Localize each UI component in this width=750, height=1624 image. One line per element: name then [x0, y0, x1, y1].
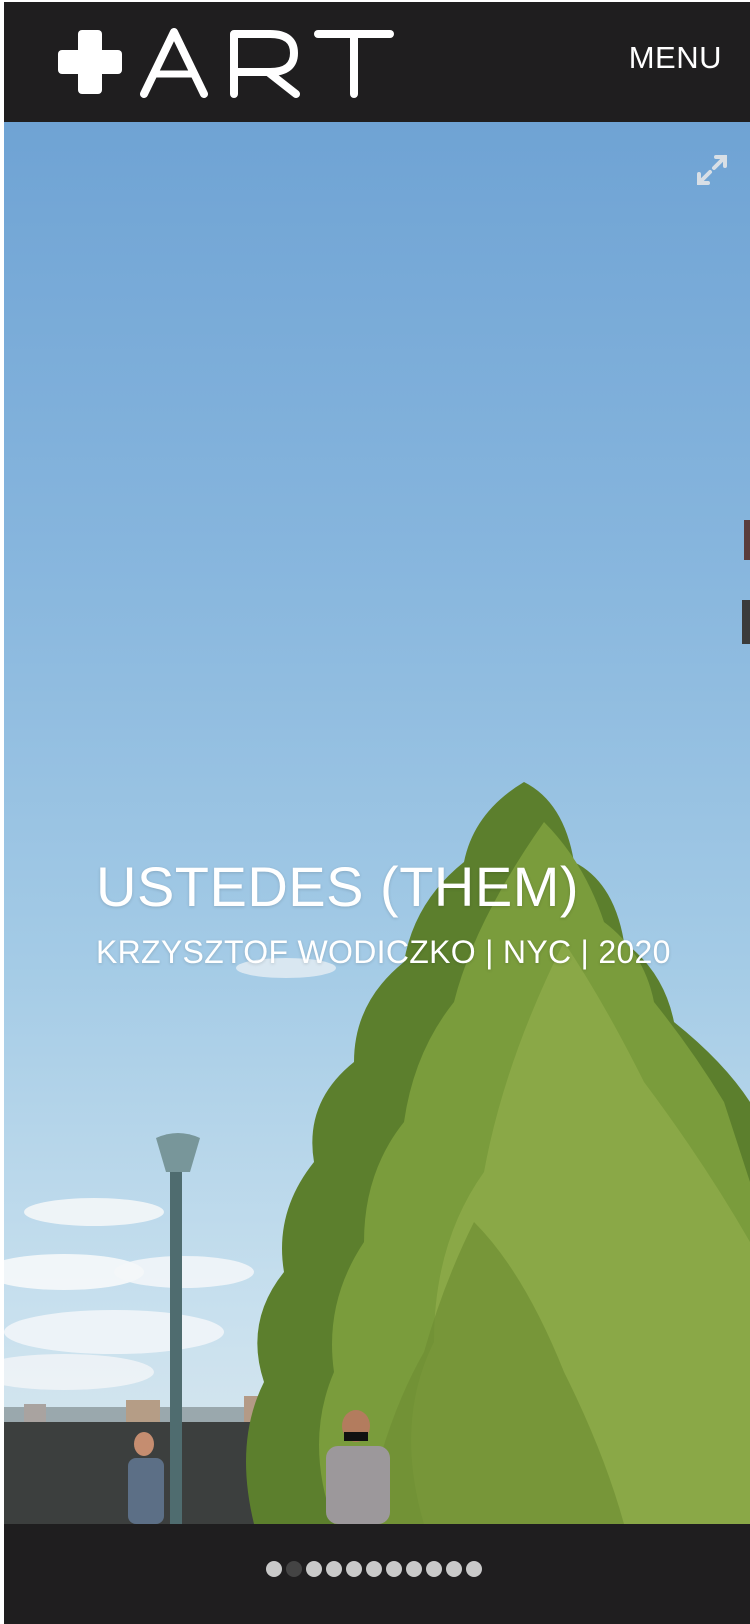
- carousel-dot[interactable]: [266, 1561, 282, 1577]
- carousel-dot[interactable]: [306, 1561, 322, 1577]
- carousel-dot[interactable]: [286, 1561, 302, 1577]
- carousel-dot[interactable]: [326, 1561, 342, 1577]
- carousel-footer: [4, 1524, 750, 1624]
- carousel-dot[interactable]: [446, 1561, 462, 1577]
- site-header: MENU: [4, 2, 750, 122]
- hero-slide: USTEDES (THEM) KRZYSZTOF WODICZKO | NYC …: [4, 122, 750, 1524]
- hero-photo: [4, 520, 750, 1524]
- app-frame: MENU USTEDES (THEM) KRZYSZTOF WODICZKO |…: [4, 2, 750, 1624]
- hero-title: USTEDES (THEM): [96, 855, 579, 918]
- carousel-dot[interactable]: [406, 1561, 422, 1577]
- carousel-dot[interactable]: [366, 1561, 382, 1577]
- menu-button[interactable]: MENU: [629, 40, 722, 76]
- carousel-dot[interactable]: [346, 1561, 362, 1577]
- hero-subtitle: KRZYSZTOF WODICZKO | NYC | 2020: [96, 934, 671, 970]
- expand-arrows-icon[interactable]: [694, 152, 730, 188]
- carousel-dot[interactable]: [386, 1561, 402, 1577]
- carousel-dot[interactable]: [426, 1561, 442, 1577]
- carousel-pagination: [4, 1561, 750, 1577]
- site-logo[interactable]: [56, 28, 396, 98]
- carousel-dot[interactable]: [466, 1561, 482, 1577]
